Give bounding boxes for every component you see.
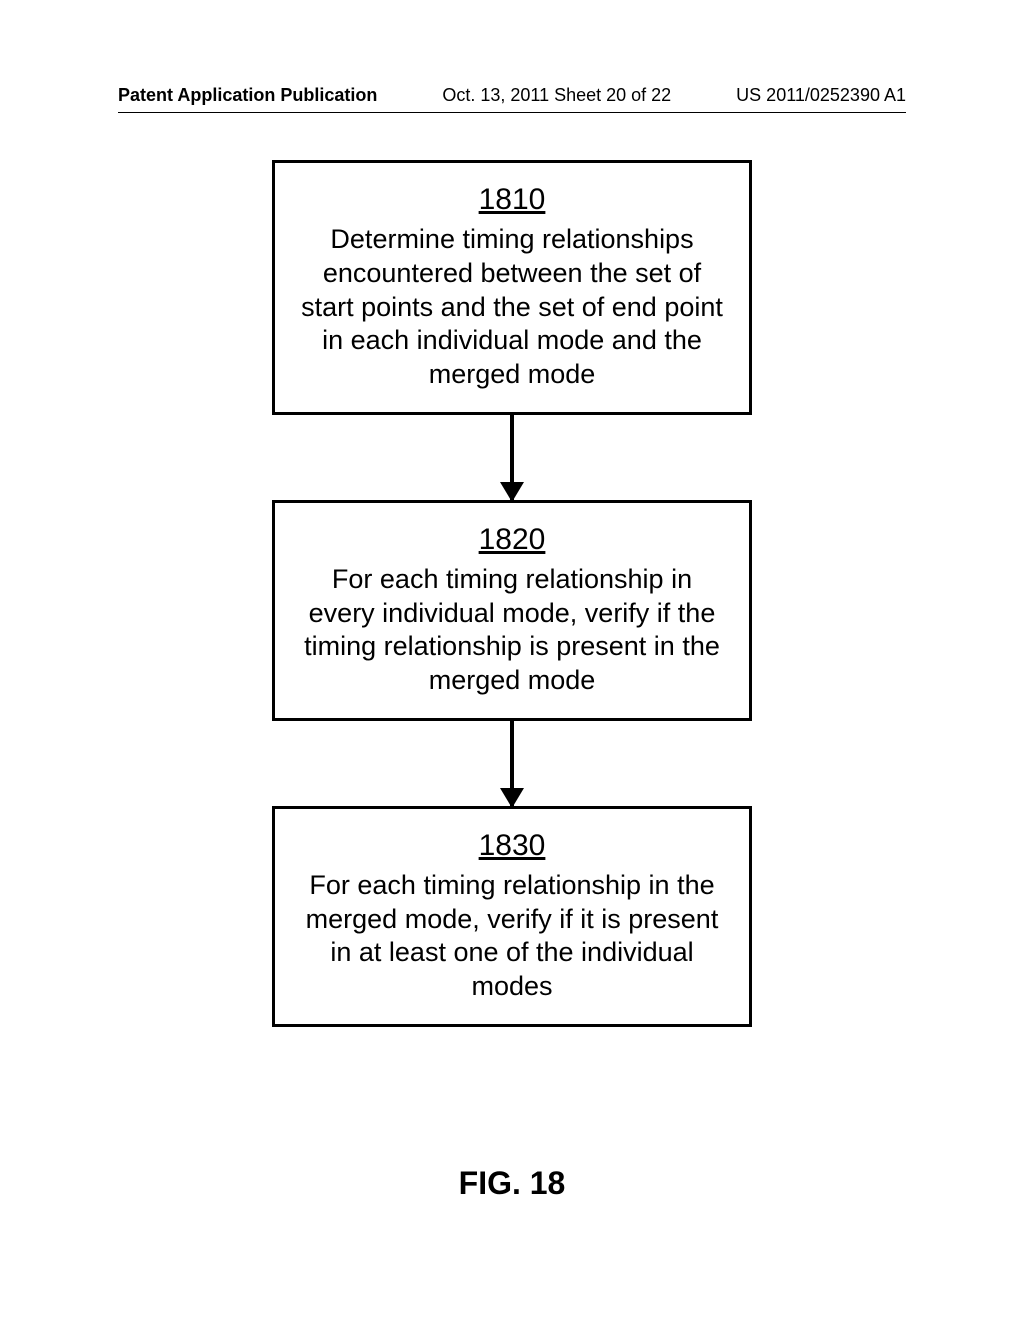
box-number: 1830 [299, 829, 725, 863]
flowchart-box-1810: 1810 Determine timing relationships enco… [272, 160, 752, 415]
header-sheet: Oct. 13, 2011 Sheet 20 of 22 [442, 85, 671, 106]
flowchart: 1810 Determine timing relationships enco… [272, 160, 752, 1027]
box-number: 1810 [299, 183, 725, 217]
arrow-icon [510, 415, 514, 500]
box-text: For each timing relationship in every in… [304, 564, 720, 695]
header-publication: Patent Application Publication [118, 85, 377, 106]
box-text: Determine timing relationships encounter… [301, 224, 723, 389]
page-header: Patent Application Publication Oct. 13, … [0, 85, 1024, 106]
box-number: 1820 [299, 523, 725, 557]
arrow-icon [510, 721, 514, 806]
flowchart-box-1820: 1820 For each timing relationship in eve… [272, 500, 752, 721]
flowchart-box-1830: 1830 For each timing relationship in the… [272, 806, 752, 1027]
figure-label: FIG. 18 [0, 1165, 1024, 1202]
box-text: For each timing relationship in the merg… [306, 870, 719, 1001]
header-patent-number: US 2011/0252390 A1 [736, 85, 906, 106]
header-divider [118, 112, 906, 113]
